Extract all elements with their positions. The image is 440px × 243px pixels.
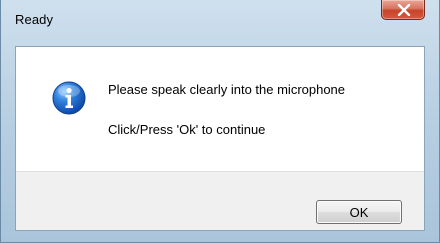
close-icon [397, 4, 411, 16]
instruction-text: Click/Press 'Ok' to continue [108, 122, 266, 137]
dialog-content: Please speak clearly into the microphone… [15, 46, 425, 231]
message-text: Please speak clearly into the microphone [108, 82, 346, 97]
info-icon [52, 81, 86, 115]
dialog-window: Ready Please speak clearly into the micr… [0, 0, 440, 243]
window-title: Ready [15, 12, 54, 27]
close-button[interactable] [381, 0, 425, 20]
dialog-footer: OK [16, 171, 424, 230]
ok-button[interactable]: OK [316, 200, 402, 224]
